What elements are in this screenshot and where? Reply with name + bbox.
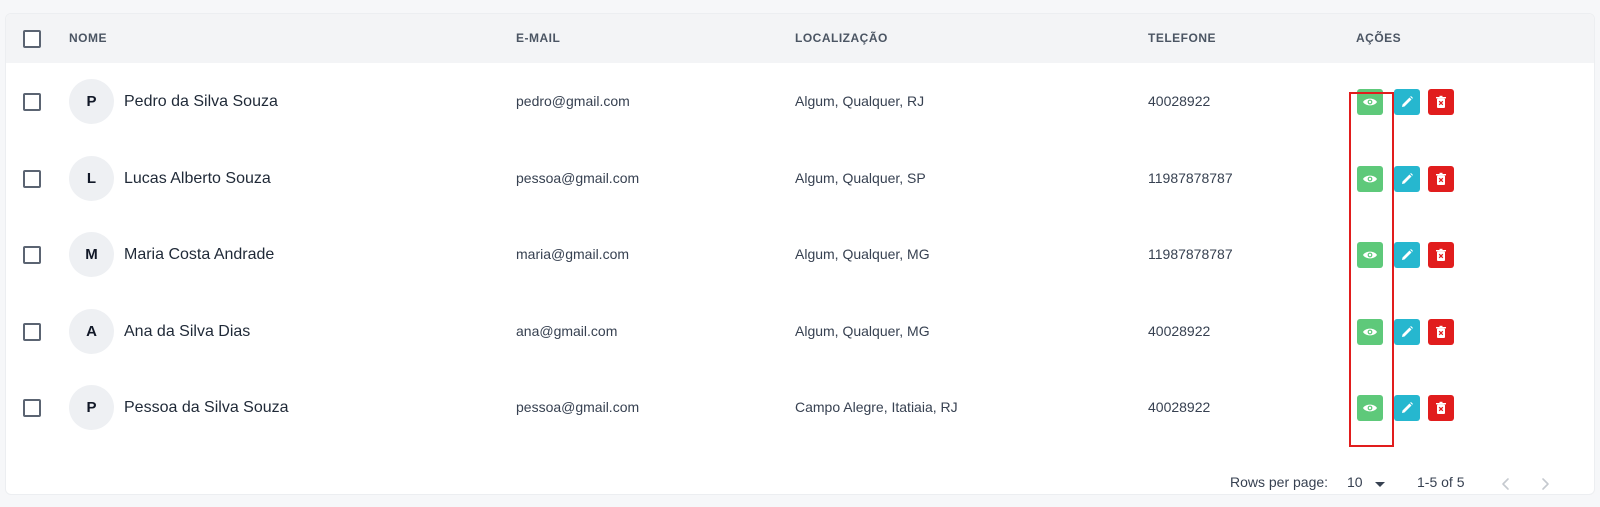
user-email: ana@gmail.com	[516, 323, 618, 339]
user-email: maria@gmail.com	[516, 246, 630, 262]
user-email: pessoa@gmail.com	[516, 170, 640, 186]
pencil-icon	[1400, 401, 1414, 415]
avatar: P	[69, 79, 114, 124]
user-location: Algum, Qualquer, MG	[795, 246, 930, 262]
user-email: pedro@gmail.com	[516, 93, 630, 109]
rows-per-page-label: Rows per page:	[1230, 474, 1329, 490]
user-phone: 11987878787	[1148, 170, 1233, 186]
trash-icon	[1434, 325, 1448, 339]
user-phone: 40028922	[1148, 323, 1211, 339]
edit-button[interactable]	[1394, 395, 1420, 421]
delete-button[interactable]	[1428, 166, 1454, 192]
avatar: P	[69, 385, 114, 430]
view-button[interactable]	[1357, 89, 1383, 115]
table-row: L Lucas Alberto Souza pessoa@gmail.com A…	[6, 140, 1594, 217]
user-name: Lucas Alberto Souza	[124, 170, 271, 187]
user-email: pessoa@gmail.com	[516, 399, 640, 415]
header-email: E-MAIL	[516, 31, 561, 45]
pagination-range: 1-5 of 5	[1417, 474, 1465, 490]
edit-button[interactable]	[1394, 166, 1420, 192]
user-location: Algum, Qualquer, MG	[795, 323, 930, 339]
user-phone: 40028922	[1148, 399, 1211, 415]
row-checkbox[interactable]	[23, 399, 41, 417]
row-checkbox[interactable]	[23, 246, 41, 264]
row-checkbox[interactable]	[23, 323, 41, 341]
edit-button[interactable]	[1394, 319, 1420, 345]
rows-per-page-select[interactable]: 10	[1347, 474, 1363, 490]
user-location: Algum, Qualquer, RJ	[795, 93, 925, 109]
select-all-checkbox[interactable]	[23, 30, 41, 48]
avatar: L	[69, 156, 114, 201]
avatar: A	[69, 309, 114, 354]
view-button[interactable]	[1357, 319, 1383, 345]
table-row: P Pessoa da Silva Souza pessoa@gmail.com…	[6, 369, 1594, 446]
user-phone: 40028922	[1148, 93, 1211, 109]
view-button[interactable]	[1357, 395, 1383, 421]
header-name: NOME	[69, 31, 107, 45]
header-actions: AÇÕES	[1356, 31, 1402, 45]
trash-icon	[1434, 248, 1448, 262]
delete-button[interactable]	[1428, 242, 1454, 268]
edit-button[interactable]	[1394, 89, 1420, 115]
delete-button[interactable]	[1428, 319, 1454, 345]
delete-button[interactable]	[1428, 89, 1454, 115]
chevron-left-icon[interactable]	[1498, 476, 1514, 492]
table-header: NOME E-MAIL LOCALIZAÇÃO TELEFONE AÇÕES	[6, 14, 1594, 63]
eye-icon	[1362, 400, 1378, 416]
view-button[interactable]	[1357, 242, 1383, 268]
user-phone: 11987878787	[1148, 246, 1233, 262]
row-checkbox[interactable]	[23, 93, 41, 111]
pencil-icon	[1400, 325, 1414, 339]
users-table-card: NOME E-MAIL LOCALIZAÇÃO TELEFONE AÇÕES P…	[5, 13, 1595, 495]
table-row: A Ana da Silva Dias ana@gmail.com Algum,…	[6, 293, 1594, 370]
trash-icon	[1434, 172, 1448, 186]
pencil-icon	[1400, 248, 1414, 262]
user-name: Ana da Silva Dias	[124, 323, 251, 340]
chevron-right-icon[interactable]	[1537, 476, 1553, 492]
pencil-icon	[1400, 172, 1414, 186]
user-name: Pedro da Silva Souza	[124, 93, 278, 110]
trash-icon	[1434, 401, 1448, 415]
user-location: Algum, Qualquer, SP	[795, 170, 926, 186]
table-row: M Maria Costa Andrade maria@gmail.com Al…	[6, 216, 1594, 293]
eye-icon	[1362, 94, 1378, 110]
header-location: LOCALIZAÇÃO	[795, 31, 888, 45]
table-row: P Pedro da Silva Souza pedro@gmail.com A…	[6, 63, 1594, 140]
user-name: Pessoa da Silva Souza	[124, 399, 289, 416]
avatar: M	[69, 232, 114, 277]
header-phone: TELEFONE	[1148, 31, 1217, 45]
eye-icon	[1362, 324, 1378, 340]
user-name: Maria Costa Andrade	[124, 246, 275, 263]
view-button[interactable]	[1357, 166, 1383, 192]
trash-icon	[1434, 95, 1448, 109]
edit-button[interactable]	[1394, 242, 1420, 268]
pencil-icon	[1400, 95, 1414, 109]
user-location: Campo Alegre, Itatiaia, RJ	[795, 399, 958, 415]
eye-icon	[1362, 171, 1378, 187]
delete-button[interactable]	[1428, 395, 1454, 421]
chevron-down-icon[interactable]	[1375, 482, 1385, 487]
eye-icon	[1362, 247, 1378, 263]
row-checkbox[interactable]	[23, 170, 41, 188]
